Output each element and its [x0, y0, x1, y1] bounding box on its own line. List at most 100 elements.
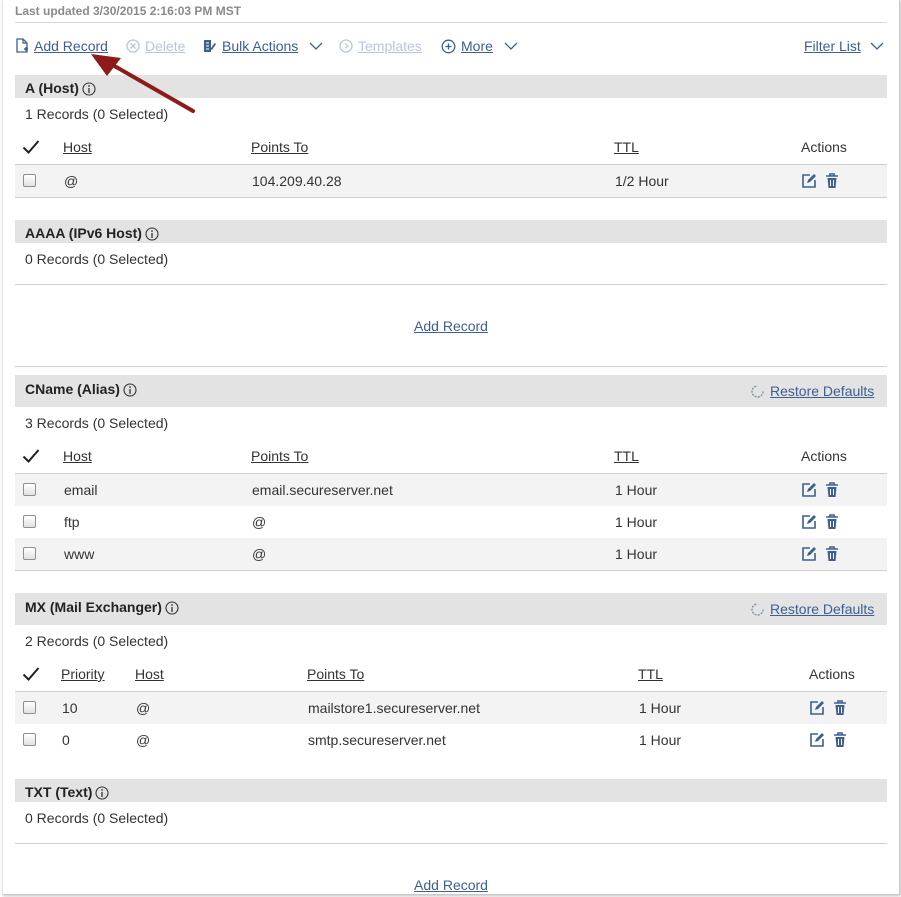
cell-points-to: smtp.secureserver.net: [308, 732, 446, 748]
bulk-actions-label: Bulk Actions: [222, 38, 299, 54]
divider: [15, 284, 887, 285]
cell-ttl: 1 Hour: [615, 514, 658, 530]
cell-host: @: [136, 732, 151, 748]
templates-button[interactable]: Templates: [339, 38, 422, 54]
table-row: www @ 1 Hour: [15, 538, 887, 570]
dns-manager-panel: Last updated 3/30/2015 2:16:03 PM MST Ad…: [2, 0, 900, 895]
info-icon[interactable]: [82, 82, 96, 96]
column-host[interactable]: Host: [63, 448, 92, 464]
cell-points-to: email.secureserver.net: [252, 482, 393, 498]
row-checkbox[interactable]: [23, 483, 36, 496]
table-row: @ 104.209.40.28 1/2 Hour: [15, 165, 887, 197]
select-all-checkmark-icon[interactable]: [22, 139, 40, 155]
trash-icon[interactable]: [825, 514, 839, 530]
restore-defaults-button[interactable]: Restore Defaults: [750, 601, 874, 617]
cell-host: @: [136, 700, 151, 716]
row-checkbox[interactable]: [23, 701, 36, 714]
column-ttl[interactable]: TTL: [614, 139, 639, 155]
trash-icon[interactable]: [825, 173, 839, 189]
templates-circle-icon: [339, 39, 353, 53]
select-all-checkmark-icon[interactable]: [22, 666, 40, 682]
edit-icon[interactable]: [801, 514, 817, 530]
row-checkbox[interactable]: [23, 174, 36, 187]
edit-icon[interactable]: [801, 173, 817, 189]
section-title: CName (Alias): [25, 381, 120, 397]
divider: [15, 22, 887, 23]
more-menu[interactable]: More: [441, 38, 518, 54]
add-record-link[interactable]: Add Record: [3, 877, 899, 893]
edit-icon[interactable]: [809, 700, 825, 716]
column-host[interactable]: Host: [63, 139, 92, 155]
cell-host: ftp: [64, 514, 80, 530]
info-icon[interactable]: [145, 227, 159, 241]
filter-list-menu[interactable]: Filter List: [804, 38, 884, 54]
add-record-button[interactable]: Add Record: [15, 38, 108, 54]
trash-icon[interactable]: [825, 546, 839, 562]
cell-priority: 10: [62, 700, 78, 716]
section-header-mx: MX (Mail Exchanger) Restore Defaults: [15, 593, 887, 625]
cell-host: @: [64, 173, 79, 189]
select-all-checkmark-icon[interactable]: [22, 448, 40, 464]
column-host[interactable]: Host: [135, 666, 164, 682]
add-record-link[interactable]: Add Record: [3, 318, 899, 334]
section-title: TXT (Text): [25, 784, 93, 800]
chevron-down-icon: [309, 42, 323, 50]
table-row: ftp @ 1 Hour: [15, 506, 887, 538]
records-count: 0 Records (0 Selected): [25, 251, 169, 267]
column-ttl[interactable]: TTL: [638, 666, 663, 682]
records-count: 2 Records (0 Selected): [25, 633, 169, 649]
divider: [15, 570, 887, 571]
trash-icon[interactable]: [833, 700, 847, 716]
cell-host: email: [64, 482, 98, 498]
cell-ttl: 1 Hour: [615, 482, 658, 498]
trash-icon[interactable]: [825, 482, 839, 498]
toolbar: Add Record Delete Bulk Actions Templates…: [15, 38, 887, 60]
column-points-to[interactable]: Points To: [307, 666, 364, 682]
cell-ttl: 1 Hour: [639, 732, 682, 748]
column-points-to[interactable]: Points To: [251, 448, 308, 464]
section-header-a: A (Host): [15, 75, 887, 98]
section-header-cname: CName (Alias) Restore Defaults: [15, 375, 887, 407]
info-icon[interactable]: [123, 383, 137, 397]
filter-list-label: Filter List: [804, 38, 861, 54]
trash-icon[interactable]: [833, 732, 847, 748]
more-label: More: [461, 38, 493, 54]
column-priority[interactable]: Priority: [61, 666, 105, 682]
plus-circle-icon: [441, 39, 456, 53]
column-actions: Actions: [801, 448, 847, 464]
cell-ttl: 1/2 Hour: [615, 173, 669, 189]
restore-defaults-button[interactable]: Restore Defaults: [750, 383, 874, 399]
divider: [15, 843, 887, 844]
restore-defaults-label: Restore Defaults: [770, 383, 875, 399]
cell-points-to: @: [252, 514, 267, 530]
row-checkbox[interactable]: [23, 733, 36, 746]
table-row: email email.secureserver.net 1 Hour: [15, 474, 887, 506]
edit-icon[interactable]: [801, 546, 817, 562]
chevron-down-icon: [504, 42, 518, 50]
cell-points-to: @: [252, 546, 267, 562]
add-document-icon: [16, 38, 28, 53]
info-icon[interactable]: [165, 601, 179, 615]
info-icon[interactable]: [95, 786, 109, 800]
row-checkbox[interactable]: [23, 515, 36, 528]
column-points-to[interactable]: Points To: [251, 139, 308, 155]
annotation-arrow: [91, 54, 195, 113]
restore-icon: [751, 602, 764, 616]
table-row: 10 @ mailstore1.secureserver.net 1 Hour: [15, 692, 887, 724]
row-checkbox[interactable]: [23, 547, 36, 560]
delete-circle-icon: [126, 39, 140, 53]
delete-label: Delete: [145, 38, 186, 54]
records-count: 0 Records (0 Selected): [25, 810, 169, 826]
bulk-actions-menu[interactable]: Bulk Actions: [202, 38, 323, 54]
cell-points-to: 104.209.40.28: [252, 173, 342, 189]
templates-label: Templates: [358, 38, 422, 54]
chevron-down-icon: [870, 42, 884, 50]
edit-icon[interactable]: [809, 732, 825, 748]
edit-icon[interactable]: [801, 482, 817, 498]
add-record-label: Add Record: [34, 38, 108, 54]
section-title: A (Host): [25, 80, 79, 96]
records-count: 1 Records (0 Selected): [25, 106, 169, 122]
divider: [15, 197, 887, 198]
column-ttl[interactable]: TTL: [614, 448, 639, 464]
delete-button[interactable]: Delete: [126, 38, 185, 54]
